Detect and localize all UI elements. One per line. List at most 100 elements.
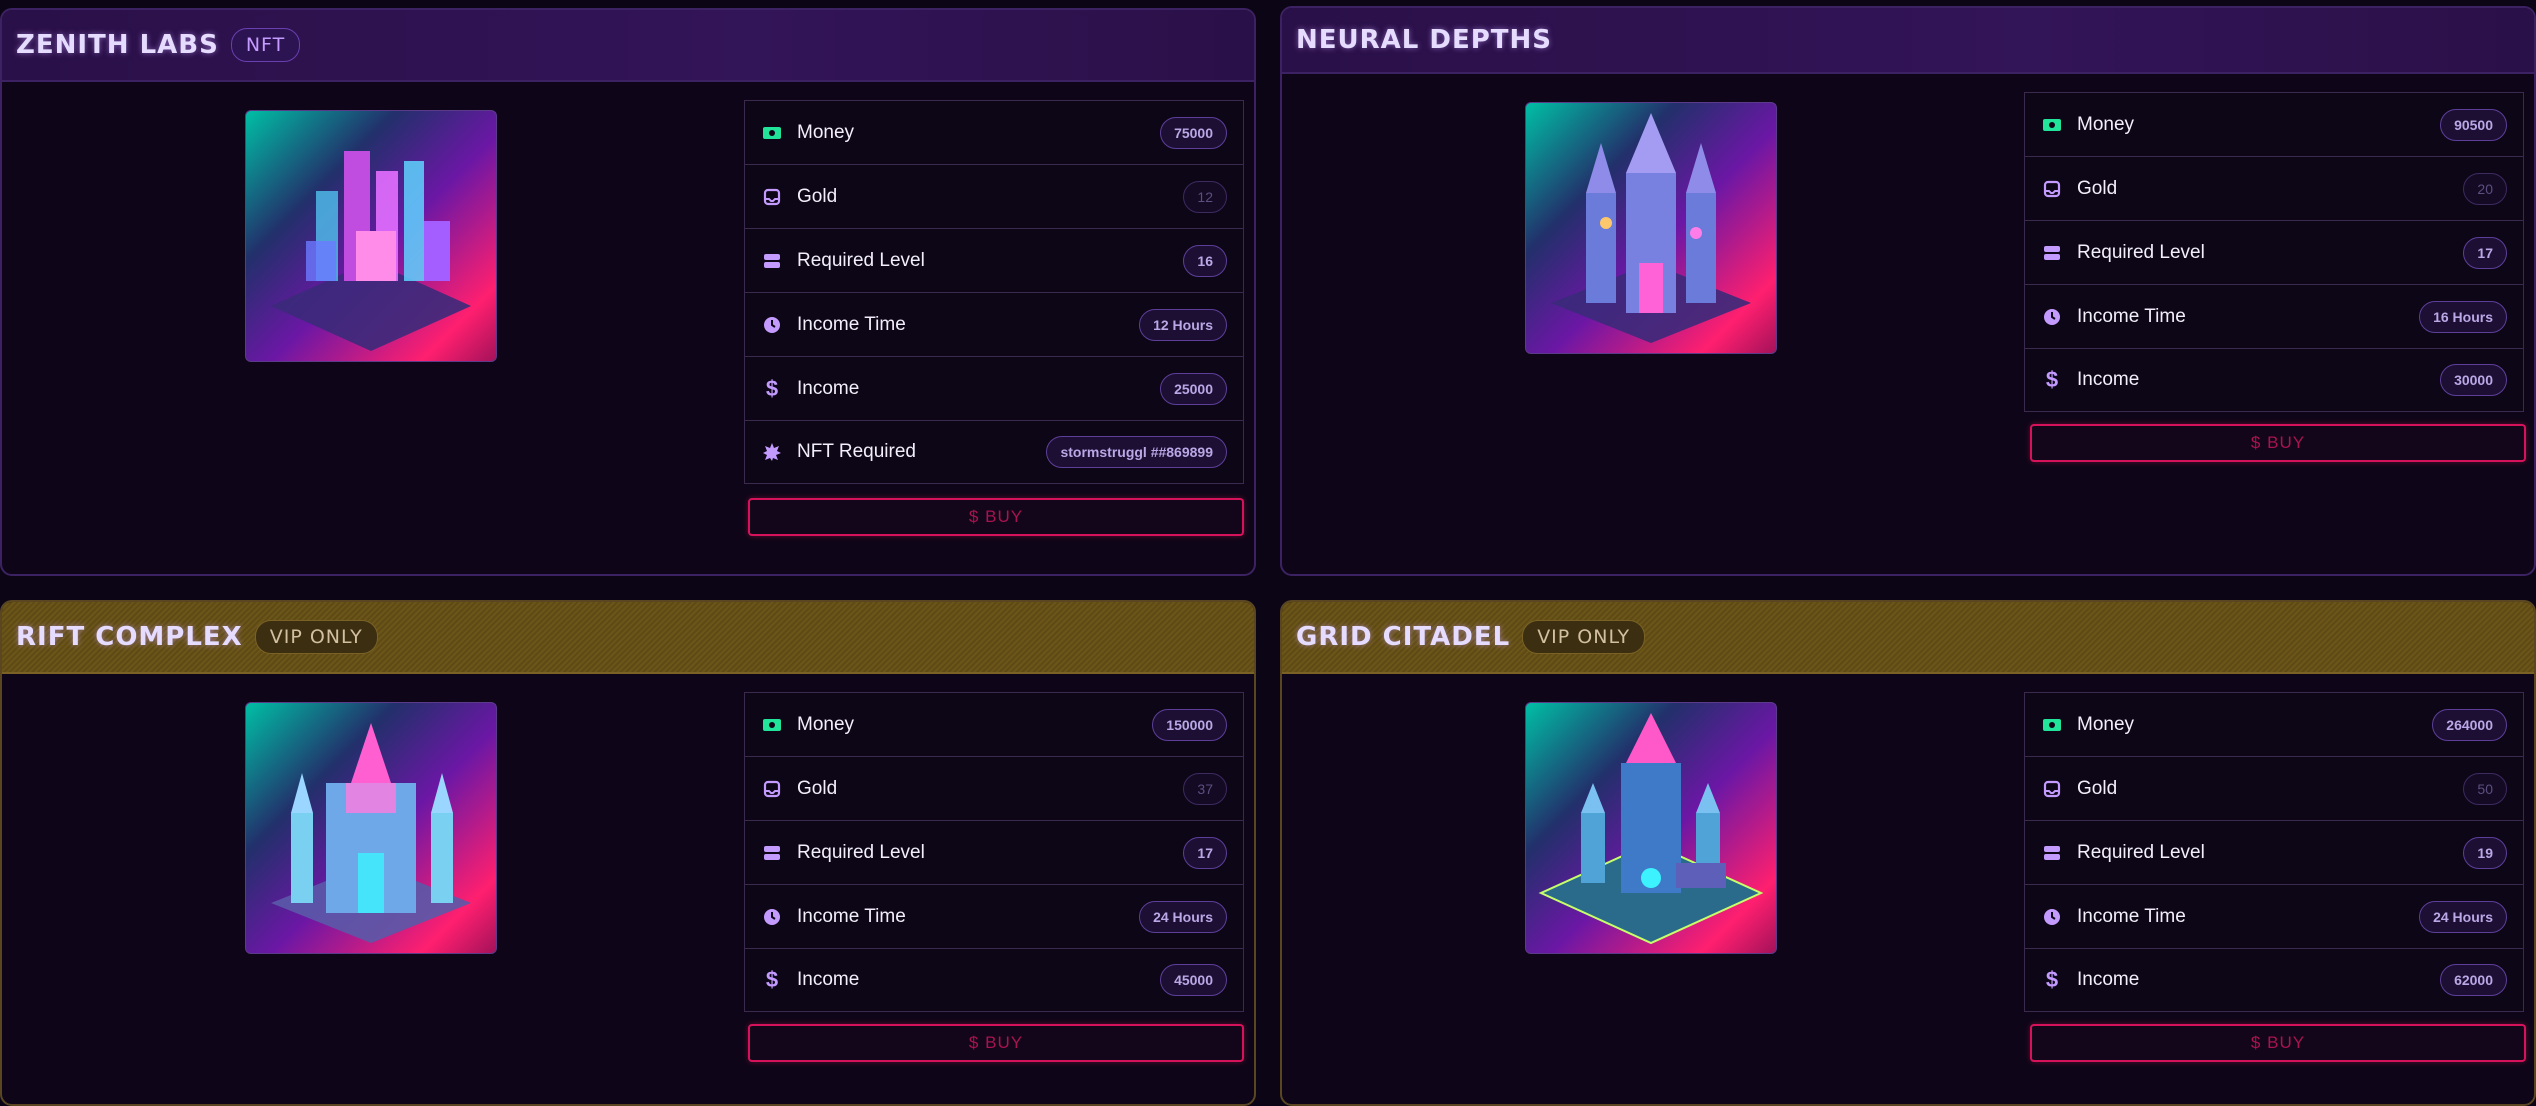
buy-button[interactable]: $ BUY (748, 1024, 1244, 1062)
stat-label: Income Time (797, 905, 906, 927)
stat-row-required-level: Required Level 17 (2024, 220, 2524, 284)
level-icon (761, 250, 783, 272)
buy-button[interactable]: $ BUY (748, 498, 1244, 536)
stat-row-income-time: Income Time 16 Hours (2024, 284, 2524, 348)
stat-label: Money (2077, 713, 2135, 735)
stats-table: Money 150000 Gold 37 Required Level 17 I… (744, 692, 1244, 1012)
stat-row-gold: Gold 37 (744, 756, 1244, 820)
stat-label: Money (797, 713, 855, 735)
stat-label: NFT Required (797, 441, 916, 462)
stat-value: 30000 (2440, 364, 2507, 396)
money-icon (2041, 114, 2063, 136)
building-image (245, 110, 497, 362)
card-header: RIFT COMPLEX VIP ONLY (2, 602, 1254, 674)
stat-value: 24 Hours (2419, 900, 2507, 933)
stat-label: Money (2077, 113, 2135, 135)
stat-row-money: Money 150000 (744, 692, 1244, 756)
stat-row-gold: Gold 20 (2024, 156, 2524, 220)
stats-table: Money 75000 Gold 12 Required Level 16 In… (744, 100, 1244, 484)
stat-row-required-level: Required Level 16 (744, 228, 1244, 292)
stat-value: 17 (1183, 836, 1227, 869)
stat-value: 150000 (1152, 708, 1227, 741)
stat-row-required-level: Required Level 17 (744, 820, 1244, 884)
stat-value: 17 (2463, 236, 2507, 269)
stat-label: Gold (797, 185, 838, 207)
stat-value: 90500 (2440, 108, 2507, 141)
stat-value: stormstruggl ##869899 (1046, 436, 1227, 468)
vip-badge: VIP ONLY (1522, 620, 1646, 654)
clock-icon (2041, 906, 2063, 928)
stat-value: 45000 (1160, 964, 1227, 996)
building-title: GRID CITADEL (1296, 622, 1511, 652)
card-header: GRID CITADEL VIP ONLY (1282, 602, 2534, 674)
stat-row-required-level: Required Level 19 (2024, 820, 2524, 884)
nft-icon (761, 441, 783, 463)
stat-label: Income (797, 969, 860, 990)
gold-icon (761, 186, 783, 208)
card-header: NEURAL DEPTHS (1282, 8, 2534, 74)
stat-row-income: $ Income 25000 (744, 356, 1244, 420)
buy-button[interactable]: $ BUY (2030, 1024, 2526, 1062)
stat-value: 25000 (1160, 372, 1227, 405)
gold-icon (2041, 178, 2063, 200)
stat-row-gold: Gold 12 (744, 164, 1244, 228)
stat-value: 50 (2463, 772, 2507, 805)
stat-value: 16 Hours (2419, 300, 2507, 333)
buy-button[interactable]: $ BUY (2030, 424, 2526, 462)
building-image (1525, 102, 1777, 354)
stat-row-nft-required: NFT Required stormstruggl ##869899 (744, 420, 1244, 484)
nft-badge: NFT (230, 28, 301, 62)
money-icon (2041, 714, 2063, 736)
stat-row-income-time: Income Time 24 Hours (2024, 884, 2524, 948)
stat-label: Income Time (2077, 905, 2186, 927)
stat-label: Income Time (2077, 305, 2186, 327)
vip-badge: VIP ONLY (254, 620, 378, 654)
stat-value: 75000 (1160, 116, 1227, 149)
money-icon (761, 122, 783, 144)
stat-label: Income Time (797, 313, 906, 335)
money-icon (761, 714, 783, 736)
building-title: NEURAL DEPTHS (1296, 25, 1553, 55)
dollar-icon: $ (2045, 367, 2059, 392)
stat-row-gold: Gold 50 (2024, 756, 2524, 820)
stat-value: 12 (1183, 180, 1227, 213)
stat-label: Income (797, 377, 860, 399)
stat-value: 16 (1183, 244, 1227, 277)
stat-label: Income (2077, 969, 2140, 990)
stat-label: Gold (797, 777, 838, 799)
building-title: ZENITH LABS (16, 30, 219, 60)
stat-value: 37 (1183, 772, 1227, 805)
gold-icon (2041, 778, 2063, 800)
gold-icon (761, 778, 783, 800)
stat-label: Income (2077, 369, 2140, 390)
stat-row-money: Money 75000 (744, 100, 1244, 164)
dollar-icon: $ (2045, 967, 2059, 992)
stat-row-money: Money 90500 (2024, 92, 2524, 156)
stat-value: 20 (2463, 172, 2507, 205)
building-image (245, 702, 497, 954)
building-card-rift-complex: RIFT COMPLEX VIP ONLY Money 150000 Gold … (0, 600, 1256, 1106)
stats-table: Money 90500 Gold 20 Required Level 17 In… (2024, 92, 2524, 412)
stat-row-income-time: Income Time 12 Hours (744, 292, 1244, 356)
stats-table: Money 264000 Gold 50 Required Level 19 I… (2024, 692, 2524, 1012)
stat-label: Required Level (2077, 241, 2205, 263)
clock-icon (761, 906, 783, 928)
stat-label: Money (797, 121, 855, 143)
level-icon (761, 842, 783, 864)
stat-row-money: Money 264000 (2024, 692, 2524, 756)
stat-label: Required Level (2077, 841, 2205, 863)
dollar-icon: $ (765, 967, 779, 992)
building-card-grid-citadel: GRID CITADEL VIP ONLY Money 264000 Gold … (1280, 600, 2536, 1106)
stat-label: Gold (2077, 777, 2118, 799)
building-card-zenith-labs: ZENITH LABS NFT Money 75000 Gold 12 Requ… (0, 8, 1256, 576)
level-icon (2041, 842, 2063, 864)
dollar-icon: $ (765, 375, 779, 401)
stat-value: 12 Hours (1139, 308, 1227, 341)
building-title: RIFT COMPLEX (16, 622, 243, 652)
stat-row-income: $ Income 30000 (2024, 348, 2524, 412)
clock-icon (761, 314, 783, 336)
level-icon (2041, 242, 2063, 264)
card-header: ZENITH LABS NFT (2, 10, 1254, 82)
stat-row-income: $ Income 62000 (2024, 948, 2524, 1012)
building-image (1525, 702, 1777, 954)
